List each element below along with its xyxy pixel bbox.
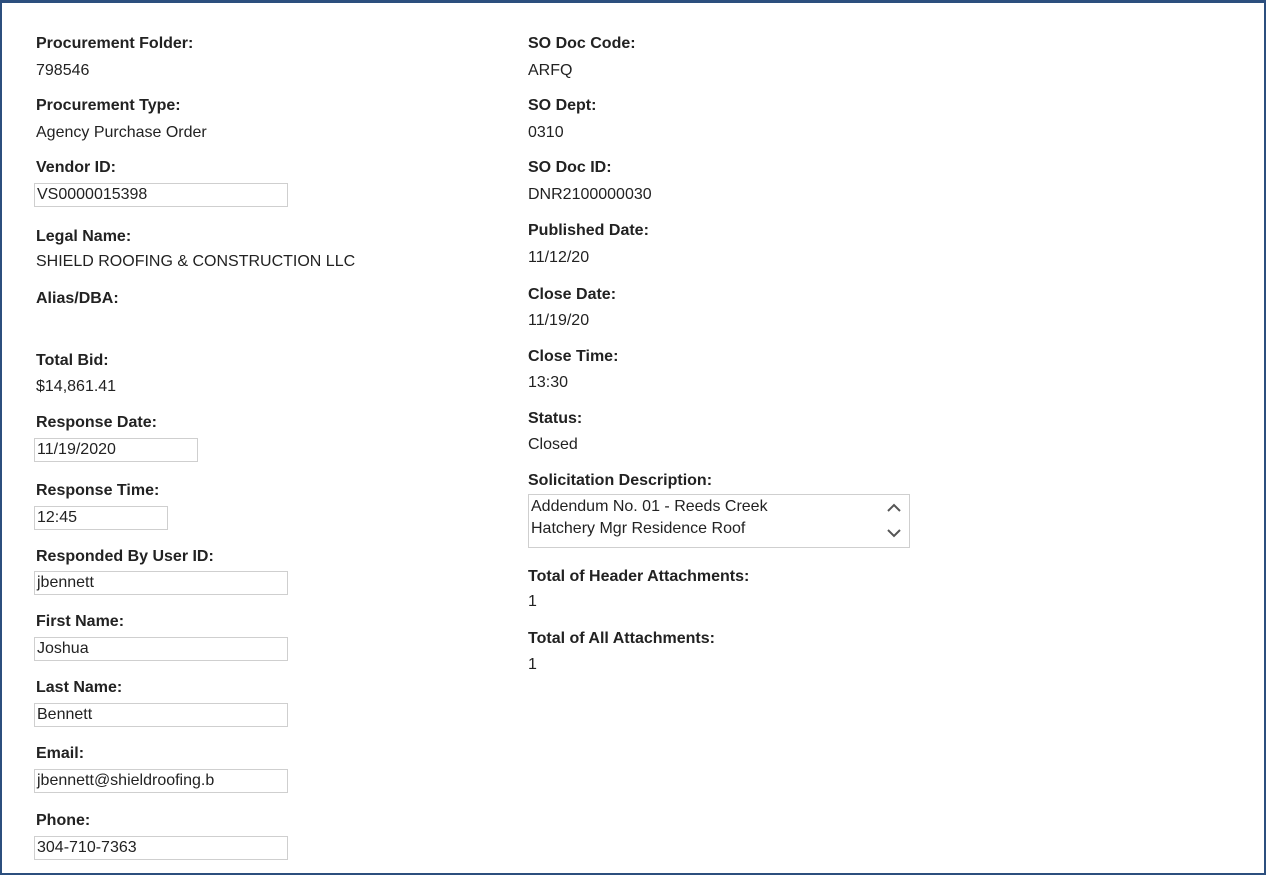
so-doc-id-value: DNR2100000030 (528, 186, 652, 203)
first-name-field[interactable]: Joshua (34, 637, 288, 661)
total-header-attachments-label: Total of Header Attachments: (528, 568, 750, 585)
response-time-label: Response Time: (36, 482, 160, 499)
close-time-label: Close Time: (528, 348, 619, 365)
solicitation-description-line-1: Addendum No. 01 - Reeds Creek (531, 498, 768, 515)
solicitation-description-field[interactable]: Addendum No. 01 - Reeds Creek Hatchery M… (528, 494, 910, 548)
solicitation-description-scrollbar[interactable] (881, 495, 907, 547)
email-label: Email: (36, 745, 85, 762)
so-dept-label: SO Dept: (528, 97, 597, 114)
so-dept-value: 0310 (528, 124, 564, 141)
status-label: Status: (528, 410, 583, 427)
last-name-field[interactable]: Bennett (34, 703, 288, 727)
so-doc-id-label: SO Doc ID: (528, 159, 612, 176)
close-date-value: 11/19/20 (528, 312, 590, 329)
total-all-attachments-value: 1 (528, 656, 537, 673)
procurement-type-value: Agency Purchase Order (36, 124, 207, 141)
legal-name-label: Legal Name: (36, 228, 132, 245)
legal-name-value: SHIELD ROOFING & CONSTRUCTION LLC (36, 253, 356, 270)
so-doc-code-label: SO Doc Code: (528, 35, 636, 52)
total-bid-value: $14,861.41 (36, 378, 117, 395)
first-name-label: First Name: (36, 613, 125, 630)
alias-dba-label: Alias/DBA: (36, 290, 119, 307)
published-date-value: 11/12/20 (528, 249, 590, 266)
total-all-attachments-label: Total of All Attachments: (528, 630, 715, 647)
chevron-down-icon[interactable] (881, 521, 907, 547)
status-value: Closed (528, 436, 578, 453)
total-bid-label: Total Bid: (36, 352, 109, 369)
responded-by-label: Responded By User ID: (36, 548, 214, 565)
procurement-folder-value: 798546 (36, 62, 90, 79)
solicitation-description-line-2: Hatchery Mgr Residence Roof (531, 520, 746, 537)
response-time-field[interactable]: 12:45 (34, 506, 168, 530)
procurement-folder-label: Procurement Folder: (36, 35, 194, 52)
procurement-type-label: Procurement Type: (36, 97, 181, 114)
solicitation-description-label: Solicitation Description: (528, 472, 713, 489)
phone-label: Phone: (36, 812, 91, 829)
so-doc-code-value: ARFQ (528, 62, 573, 79)
vendor-id-field[interactable]: VS0000015398 (34, 183, 288, 207)
response-date-field[interactable]: 11/19/2020 (34, 438, 198, 462)
email-field[interactable]: jbennett@shieldroofing.b (34, 769, 288, 793)
chevron-up-icon[interactable] (881, 495, 907, 521)
response-date-label: Response Date: (36, 414, 157, 431)
close-date-label: Close Date: (528, 286, 617, 303)
close-time-value: 13:30 (528, 374, 569, 391)
responded-by-field[interactable]: jbennett (34, 571, 288, 595)
published-date-label: Published Date: (528, 222, 649, 239)
phone-field[interactable]: 304-710-7363 (34, 836, 288, 860)
vendor-id-label: Vendor ID: (36, 159, 117, 176)
last-name-label: Last Name: (36, 679, 123, 696)
total-header-attachments-value: 1 (528, 593, 537, 610)
